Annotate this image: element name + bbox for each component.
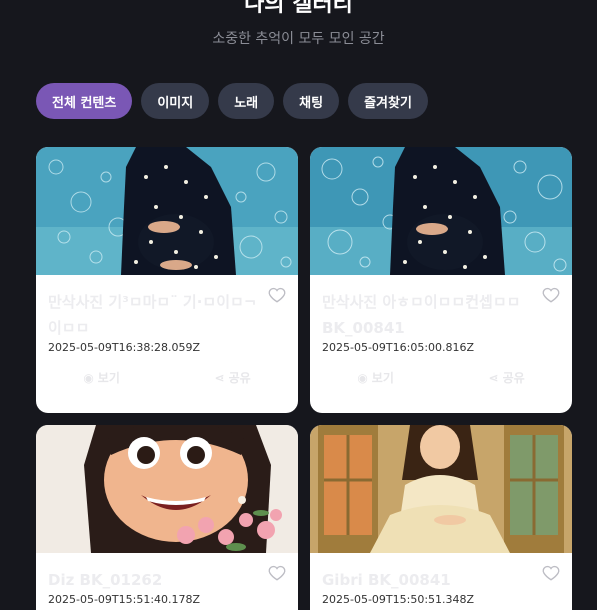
share-button[interactable]: ⋖ 공유	[489, 369, 525, 386]
view-button[interactable]: ◉ 보기	[83, 369, 120, 386]
gallery-card[interactable]: Gibri BK_00841 2025-05-09T15:50:51.348Z	[310, 425, 572, 610]
tab-chat[interactable]: 채팅	[283, 83, 340, 119]
tab-favorites[interactable]: 즐겨찾기	[348, 83, 428, 119]
share-icon: ⋖	[488, 370, 499, 385]
heart-icon[interactable]	[268, 564, 286, 582]
gallery-card[interactable]: 만삭사진 기³ㅁ마ㅁ¨ 기·ㅁ이ㅁ¬ 이ㅁㅁ 2025-05-09T16:38:…	[36, 147, 298, 413]
card-thumbnail[interactable]	[310, 147, 572, 275]
filter-tabs: 전체 컨텐츠 이미지 노래 채팅 즐겨찾기	[36, 83, 428, 119]
card-thumbnail[interactable]	[36, 147, 298, 275]
card-date: 2025-05-09T16:38:28.059Z	[48, 341, 201, 354]
tab-songs[interactable]: 노래	[218, 83, 275, 119]
tab-images[interactable]: 이미지	[141, 83, 210, 119]
card-title: 만삭사진 기³ㅁ마ㅁ¨ 기·ㅁ이ㅁ¬ 이ㅁㅁ	[48, 293, 257, 337]
eye-icon: ◉	[83, 370, 94, 385]
gallery-card[interactable]: 만삭사진 아ㅎㅁ이ㅁㅁ컨셉ㅁㅁ BK_00841 2025-05-09T16:0…	[310, 147, 572, 413]
card-title: Gibri BK_00841	[322, 571, 451, 589]
eye-icon: ◉	[357, 370, 368, 385]
page-title: 나의 갤러리	[244, 0, 353, 17]
heart-icon[interactable]	[542, 564, 560, 582]
card-title: 만삭사진 아ㅎㅁ이ㅁㅁ컨셉ㅁㅁ BK_00841	[322, 293, 521, 337]
card-thumbnail[interactable]	[310, 425, 572, 553]
tab-all-content[interactable]: 전체 컨텐츠	[36, 83, 133, 119]
page-subtitle: 소중한 추억이 모두 모인 공간	[212, 31, 385, 47]
heart-icon[interactable]	[542, 286, 560, 304]
share-button[interactable]: ⋖ 공유	[215, 369, 251, 386]
card-date: 2025-05-09T16:05:00.816Z	[322, 341, 475, 354]
card-thumbnail[interactable]	[36, 425, 298, 553]
gallery-card[interactable]: Diz BK_01262 2025-05-09T15:51:40.178Z	[36, 425, 298, 610]
card-date: 2025-05-09T15:50:51.348Z	[322, 593, 475, 606]
card-date: 2025-05-09T15:51:40.178Z	[48, 593, 201, 606]
card-title: Diz BK_01262	[48, 571, 163, 589]
view-button[interactable]: ◉ 보기	[357, 369, 394, 386]
heart-icon[interactable]	[268, 286, 286, 304]
share-icon: ⋖	[214, 370, 225, 385]
